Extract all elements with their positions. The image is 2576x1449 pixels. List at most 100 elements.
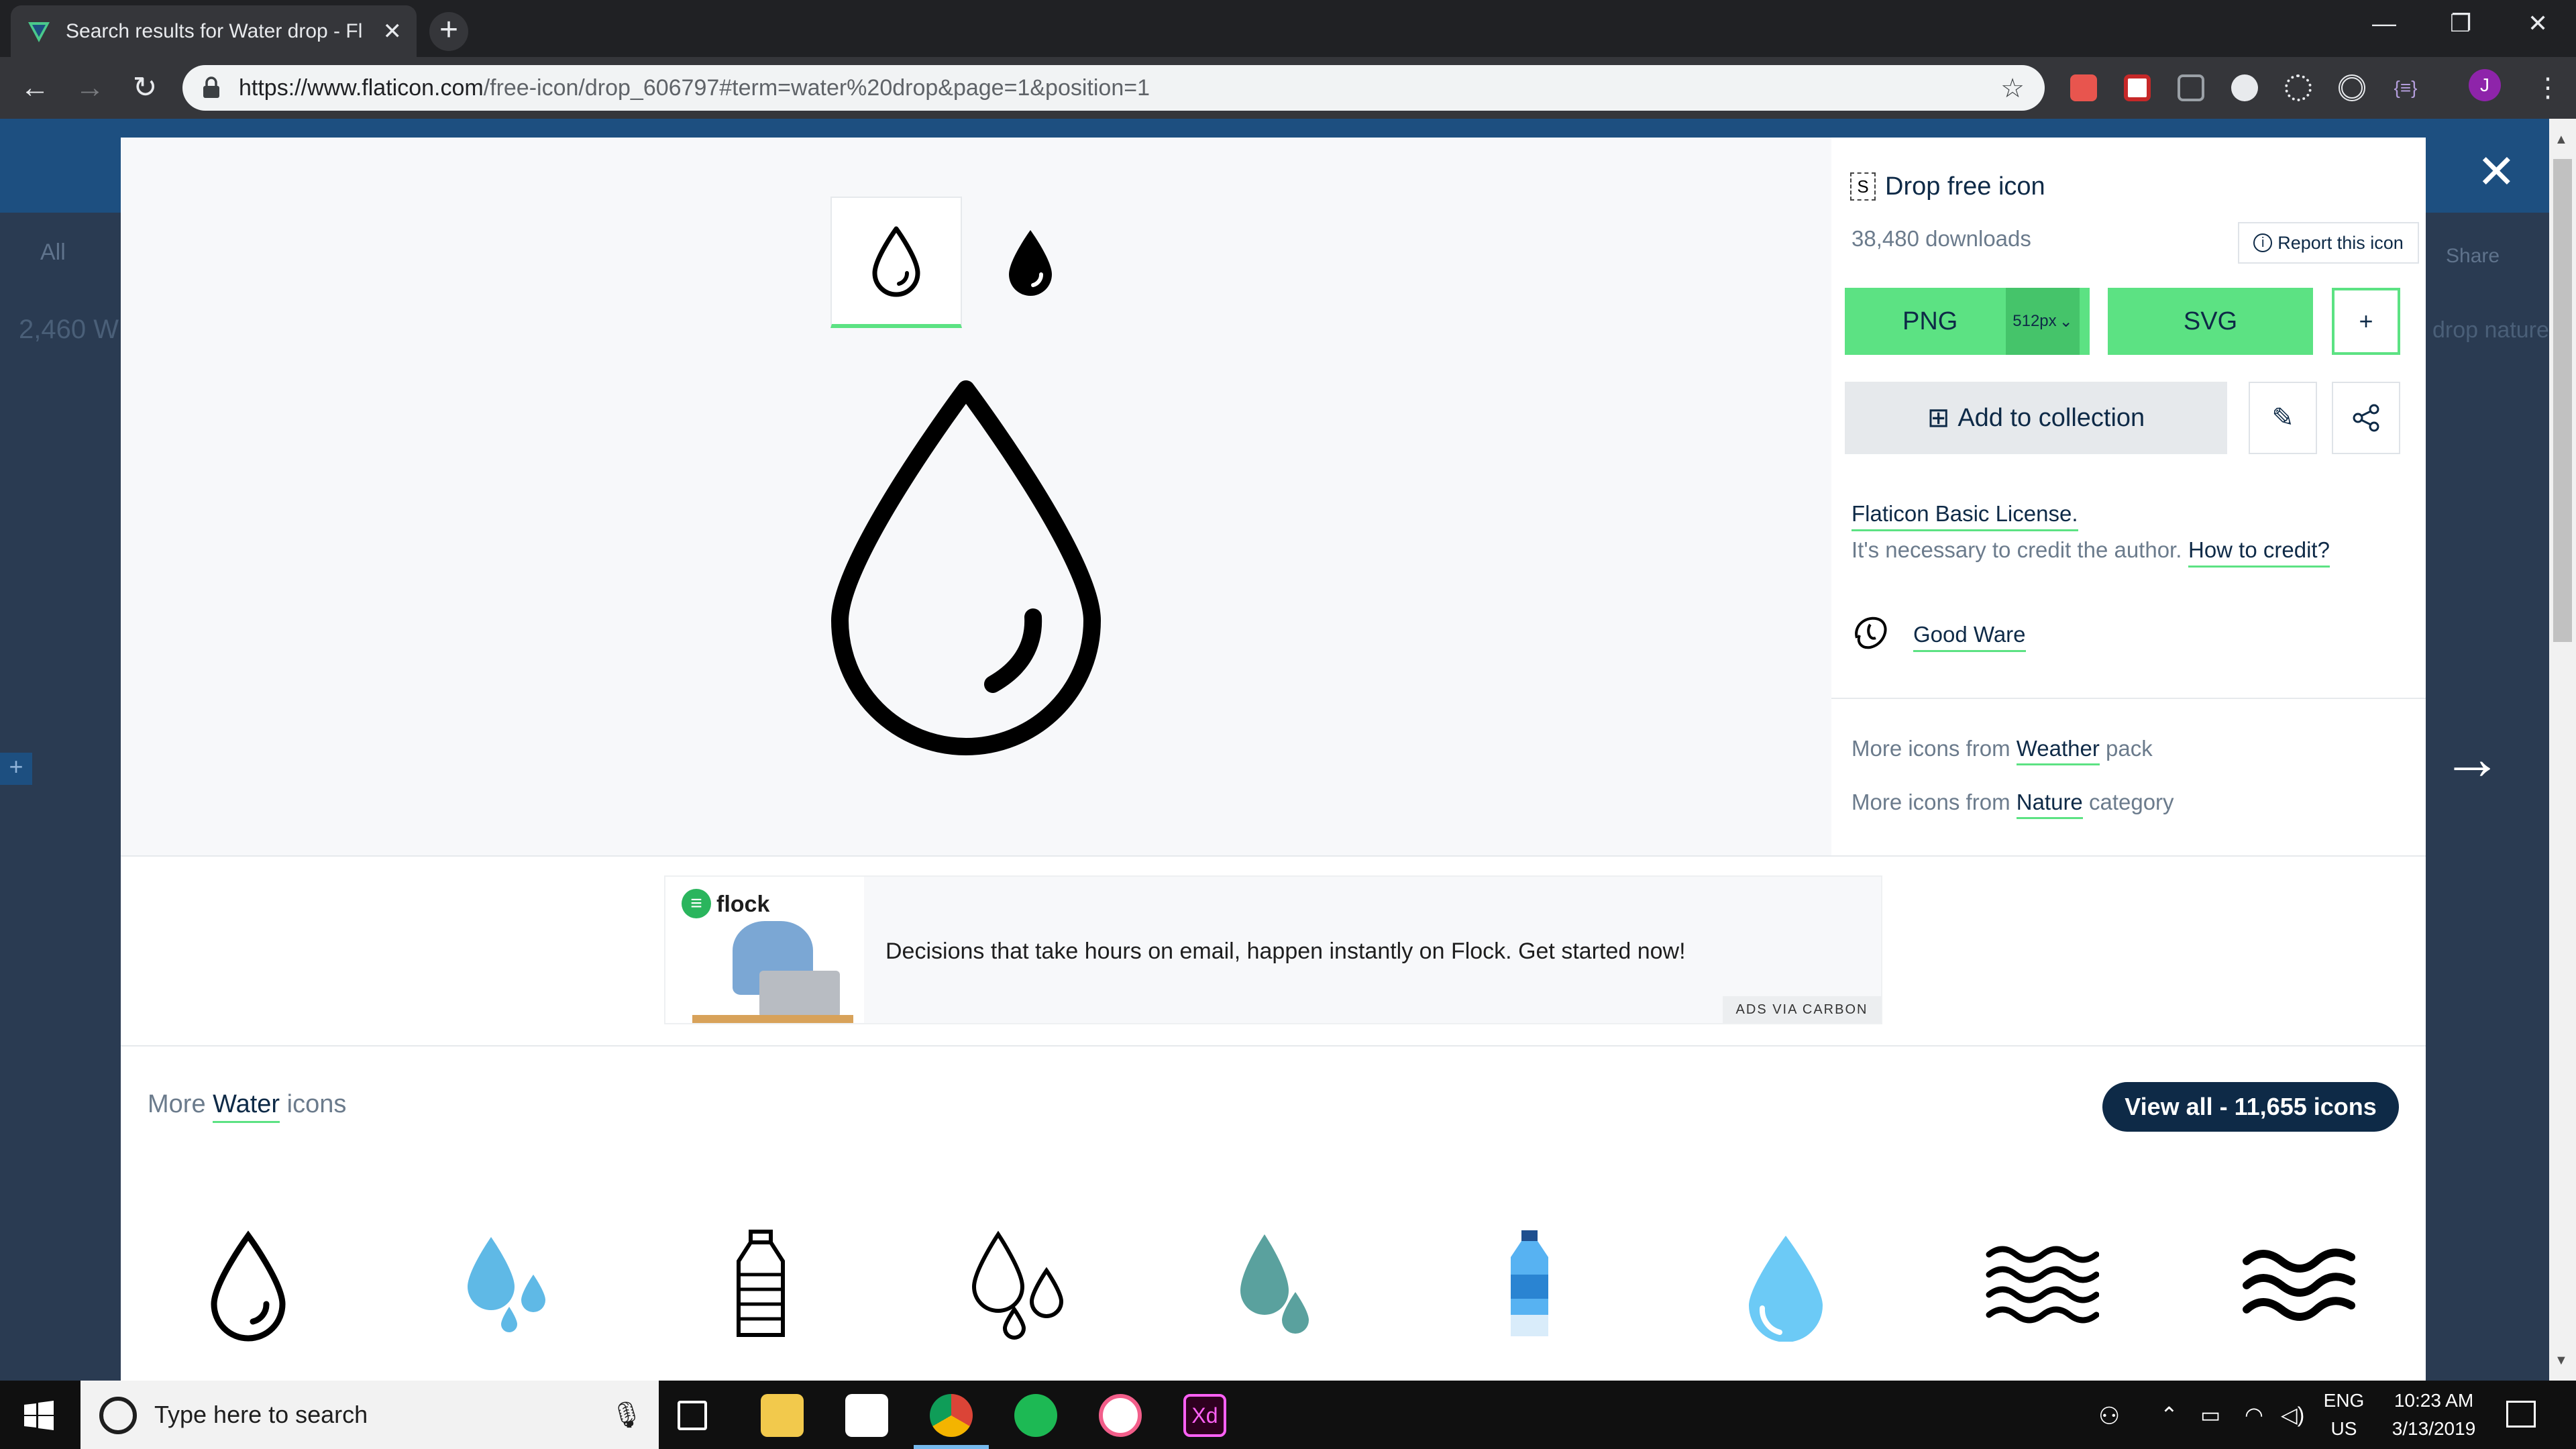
add-collection-label: Add to collection [1957,403,2145,432]
back-icon[interactable]: ← [16,69,54,107]
pack-link[interactable]: Weather [2016,736,2100,765]
reload-icon[interactable]: ↻ [126,69,164,107]
adobe-xd-icon[interactable]: Xd [1183,1394,1226,1437]
tray-chevron-icon[interactable]: ⌃ [2160,1402,2178,1428]
restore-button[interactable]: ❐ [2450,9,2471,38]
extension-react-icon[interactable] [2285,74,2312,101]
people-icon[interactable]: ⚇ [2098,1402,2120,1430]
category-link[interactable]: Nature [2016,790,2083,819]
more-term-link[interactable]: Water [213,1090,280,1123]
extension-3-icon[interactable] [2178,74,2204,101]
profile-avatar[interactable]: J [2469,69,2501,101]
windows-start-icon[interactable] [24,1401,54,1430]
url-host: https://www.flaticon.com [239,74,484,101]
related-icon-1[interactable] [181,1218,315,1352]
bookmark-star-icon[interactable]: ☆ [2000,73,2025,104]
drops-outline-icon [971,1230,1064,1340]
tab-title: Search results for Water drop - Fl [66,19,363,42]
view-all-button[interactable]: View all - 11,655 icons [2102,1082,2399,1132]
panel-separator [1831,698,2426,699]
drops-blue-icon [468,1237,545,1332]
file-explorer-icon[interactable] [761,1394,804,1437]
lock-icon [203,76,219,98]
related-icon-8[interactable] [1975,1218,2109,1352]
battery-icon[interactable]: ▭ [2200,1402,2220,1428]
next-icon-arrow[interactable]: → [2442,724,2502,794]
author-link[interactable]: Good Ware [1913,622,2026,652]
wifi-icon[interactable]: ◠ [2245,1402,2263,1428]
variant-outline-button[interactable] [830,197,962,328]
url-text: https://www.flaticon.com/free-icon/drop_… [239,75,1150,101]
edit-icon-button[interactable]: ✎ [2249,382,2317,454]
extension-1-icon[interactable] [2070,74,2097,101]
minimize-button[interactable]: — [2372,9,2396,38]
task-view-icon[interactable] [678,1401,707,1430]
icon-preview-area [121,138,1831,855]
license-link[interactable]: Flaticon Basic License. [1851,501,2078,531]
extension-json-icon[interactable]: {≡} [2392,74,2419,101]
collection-icon: ⊞ [1927,403,1950,433]
pencil-icon: ✎ [2271,403,2294,433]
related-icon-2[interactable] [437,1218,572,1352]
bg-results-count: 2,460 W [19,315,119,344]
taskbar-search-placeholder: Type here to search [154,1401,368,1428]
chrome-active-indicator [914,1445,989,1449]
browser-tab[interactable]: Search results for Water drop - Fl ✕ [11,5,417,57]
new-tab-button[interactable]: + [429,12,468,51]
extension-pocket-icon[interactable] [2124,74,2151,101]
png-size-select[interactable]: 512px ⌄ [2006,288,2080,355]
related-icon-5[interactable] [1206,1218,1340,1352]
ad-label: ADS VIA CARBON [1723,996,1881,1023]
clock-time[interactable]: 10:23 AM [2380,1390,2487,1411]
page-scrollbar[interactable]: ▲ ▼ [2549,119,2576,1381]
forward-icon[interactable]: → [71,69,109,107]
mail-icon[interactable] [845,1394,888,1437]
close-modal-icon[interactable]: ✕ [2477,148,2516,195]
share-button[interactable] [2332,382,2400,454]
ad-brand: flock [716,892,770,917]
related-icon-6[interactable] [1462,1218,1597,1352]
close-window-button[interactable]: ✕ [2528,9,2548,38]
svg-download-button[interactable]: SVG [2108,288,2313,355]
category-suffix: category [2088,790,2174,814]
tab-close-icon[interactable]: ✕ [383,18,402,45]
taskbar-search-box[interactable]: Type here to search 🎙 [80,1381,659,1449]
report-label: Report this icon [2277,232,2404,253]
scroll-down-icon[interactable]: ▼ [2555,1353,2568,1368]
language-bottom[interactable]: US [2322,1418,2365,1440]
address-bar[interactable]: https://www.flaticon.com/free-icon/drop_… [182,65,2045,111]
extension-6-icon[interactable] [2339,74,2365,101]
drop-lightblue-icon [1749,1236,1823,1342]
related-icon-3[interactable] [694,1218,828,1352]
more-from-pack: More icons from Weather pack [1851,736,2153,765]
notifications-icon[interactable] [2506,1401,2536,1428]
icon-title: Drop free icon [1885,172,2045,201]
browser-toolbar: ← → ↻ https://www.flaticon.com/free-icon… [0,57,2576,119]
related-icon-9[interactable] [2231,1218,2365,1352]
spotify-icon[interactable] [1014,1394,1057,1437]
chevron-down-icon: ⌄ [2059,312,2073,331]
variant-filled-button[interactable] [965,197,1096,328]
chrome-menu-icon[interactable]: ⋮ [2529,69,2567,107]
ad-image: ≡ flock [665,877,864,1023]
related-icon-7[interactable] [1719,1218,1853,1352]
microphone-icon[interactable]: 🎙 [610,1401,643,1430]
scroll-thumb[interactable] [2553,159,2572,642]
report-button[interactable]: i Report this icon [2238,222,2419,264]
license-s-icon: S [1850,172,1876,201]
clock-date[interactable]: 3/13/2019 [2380,1418,2487,1440]
how-to-credit-link[interactable]: How to credit? [2188,537,2330,568]
license-text: It's necessary to credit the author. [1851,537,2182,562]
related-icon-4[interactable] [950,1218,1084,1352]
add-to-collection-button[interactable]: ⊞ Add to collection [1845,382,2227,454]
more-formats-button[interactable]: + [2332,288,2400,355]
drops-teal-icon [1240,1234,1309,1334]
author-logo-icon [1855,616,1887,649]
chrome-taskbar-icon[interactable] [930,1394,973,1437]
language-top[interactable]: ENG [2322,1390,2365,1411]
itunes-icon[interactable] [1099,1394,1142,1437]
extension-4-icon[interactable] [2231,74,2258,101]
scroll-up-icon[interactable]: ▲ [2555,132,2568,148]
carbon-ad[interactable]: ≡ flock Decisions that take hours on ema… [664,875,1882,1024]
volume-icon[interactable]: ◁) [2281,1402,2304,1428]
